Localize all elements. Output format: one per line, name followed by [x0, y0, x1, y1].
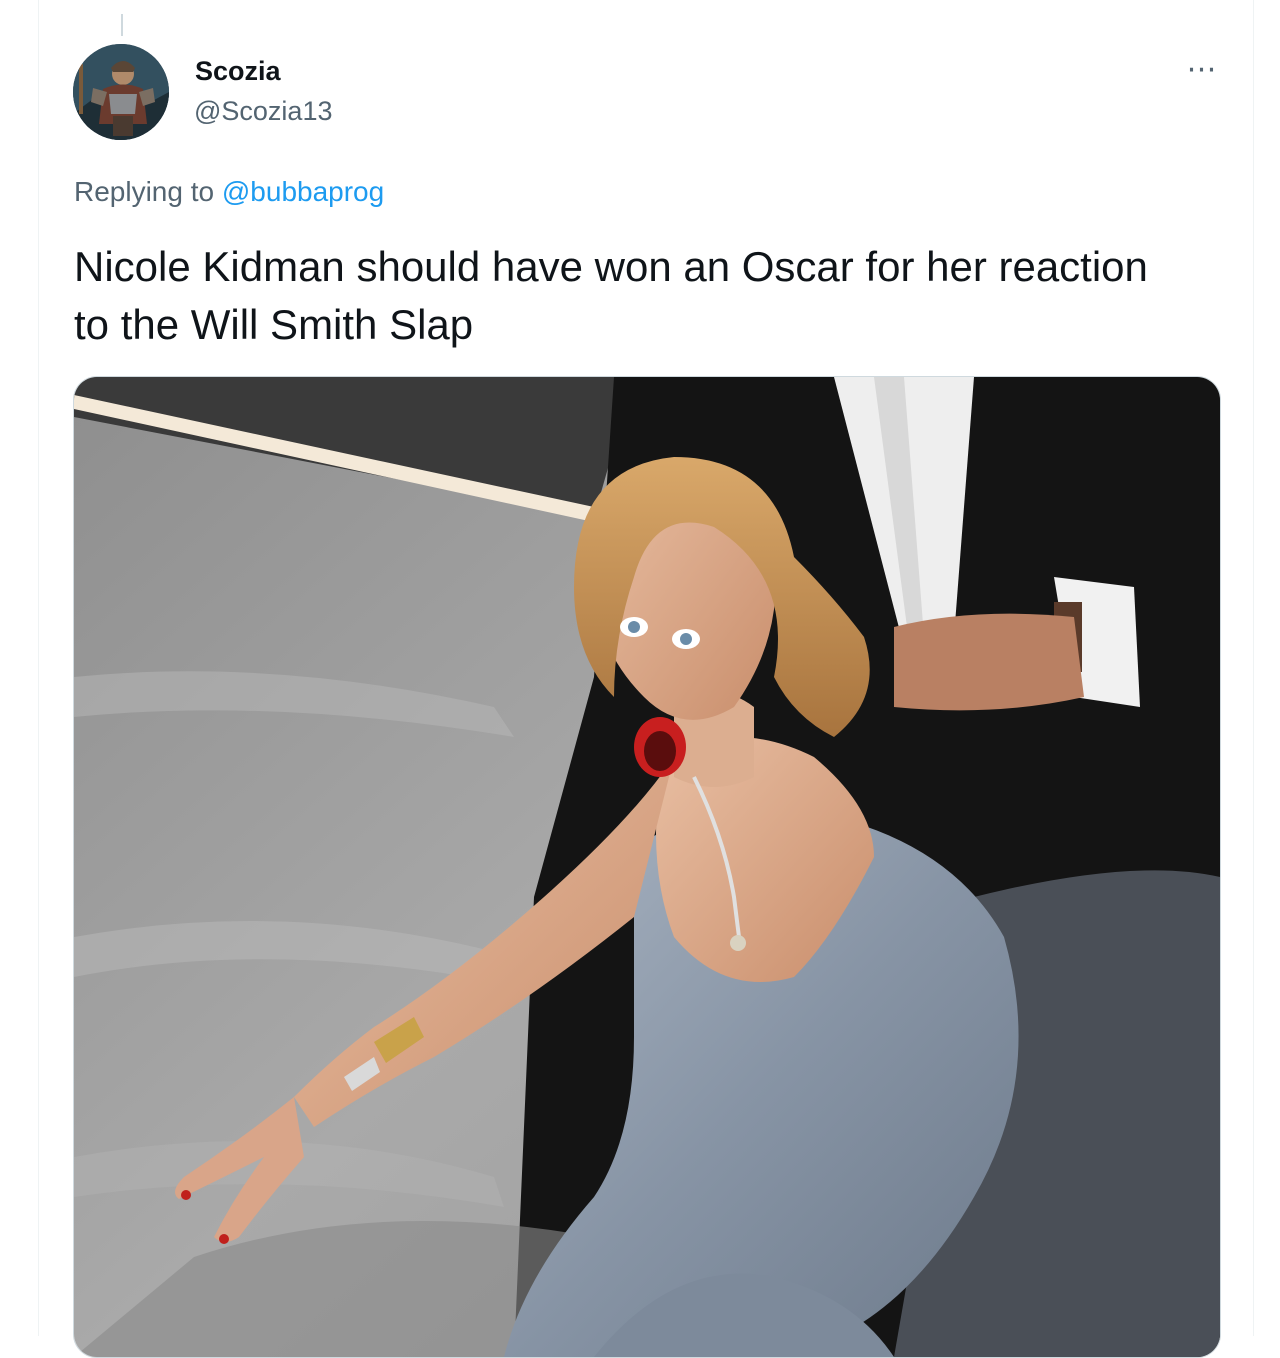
reply-context: Replying to @bubbaprog	[74, 176, 384, 208]
more-horizontal-icon: ⋯	[1186, 53, 1218, 86]
tweet-text: Nicole Kidman should have won an Oscar f…	[74, 243, 1148, 348]
reply-mention-link[interactable]: @bubbaprog	[222, 176, 384, 207]
photo-illustration	[74, 377, 1220, 1357]
author-display-name[interactable]: Scozia	[195, 56, 281, 87]
author-handle[interactable]: @Scozia13	[194, 96, 332, 127]
reply-prefix: Replying to	[74, 176, 215, 207]
timeline-border-left	[38, 0, 39, 1336]
avatar[interactable]	[73, 44, 169, 140]
thread-connector-line	[121, 14, 123, 36]
more-options-button[interactable]: ⋯	[1180, 52, 1224, 88]
tweet-photo[interactable]	[73, 376, 1221, 1358]
avatar-warrior-image	[73, 44, 169, 140]
timeline-border-right	[1253, 0, 1254, 1336]
